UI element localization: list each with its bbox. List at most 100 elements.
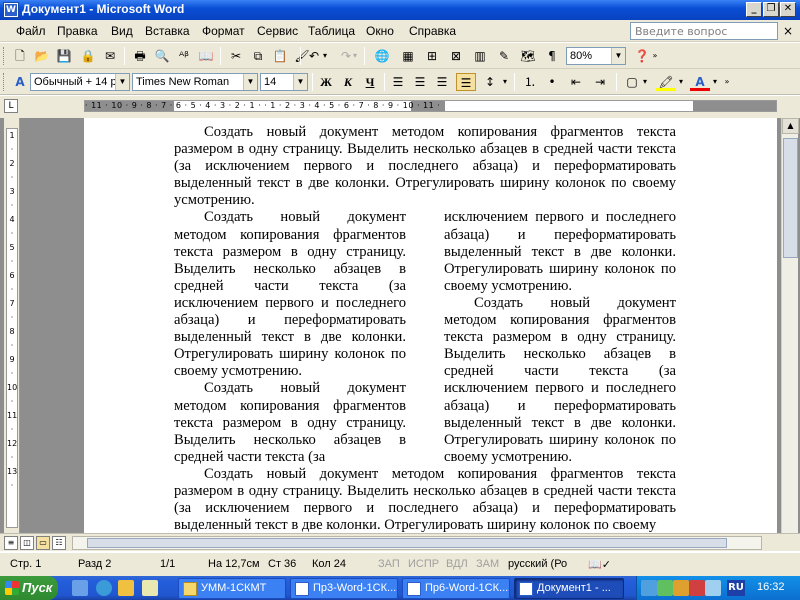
email-icon[interactable]: ✉ xyxy=(100,47,120,65)
document-page[interactable]: Создать новый документ методом копирован… xyxy=(84,118,777,533)
start-button[interactable]: Пуск xyxy=(0,576,58,600)
menu-window[interactable]: Окно xyxy=(366,24,394,38)
horizontal-ruler[interactable]: · 11 · 10 · 9 · 8 · 7 · 6 · 5 · 4 · 3 · … xyxy=(84,100,777,112)
internet-explorer-icon[interactable] xyxy=(96,580,112,596)
horizontal-scroll-thumb[interactable] xyxy=(87,538,727,548)
show-hide-icon[interactable]: ¶ xyxy=(542,47,562,65)
restore-button[interactable]: ❐ xyxy=(763,2,779,17)
task-word-document1[interactable]: Документ1 - ... xyxy=(514,578,624,599)
close-button[interactable]: ✕ xyxy=(780,2,796,17)
styles-formatting-icon[interactable]: A xyxy=(10,73,30,91)
italic-button[interactable]: К xyxy=(338,73,358,91)
normal-view-icon[interactable]: ≡ xyxy=(4,536,18,550)
word-app-icon[interactable]: W xyxy=(3,2,19,18)
tables-borders-icon[interactable]: ▦ xyxy=(398,47,418,65)
scroll-thumb[interactable] xyxy=(783,138,798,258)
spelling-icon[interactable]: ᴬᵝ xyxy=(174,47,194,65)
help-icon[interactable]: ❓ xyxy=(632,47,652,65)
menu-help[interactable]: Справка xyxy=(409,24,456,38)
show-desktop-icon[interactable] xyxy=(72,580,88,596)
toolbar-options-icon[interactable]: » xyxy=(650,47,660,65)
paragraph-bottom[interactable]: Создать новый документ методом копирован… xyxy=(174,466,676,533)
column-left[interactable]: Создать новый документ методом копирован… xyxy=(174,209,406,465)
justify-icon[interactable]: ☰ xyxy=(456,73,476,91)
highlight-icon[interactable]: 🖍 xyxy=(656,73,676,91)
tray-antivirus-icon[interactable] xyxy=(689,580,705,596)
cut-icon[interactable]: ✂ xyxy=(226,47,246,65)
hyperlink-icon[interactable]: 🌐 xyxy=(372,47,392,65)
redo-dropdown-icon[interactable]: ▾ xyxy=(350,47,360,65)
print-preview-icon[interactable]: 🔍 xyxy=(152,47,172,65)
column-right-continuation[interactable]: исключением первого и последнего абзаца)… xyxy=(444,209,676,294)
new-document-icon[interactable]: 🗋 xyxy=(10,47,30,65)
line-spacing-icon[interactable]: ↕ xyxy=(480,73,500,91)
tray-app-icon[interactable] xyxy=(657,580,673,596)
web-view-icon[interactable]: ◫ xyxy=(20,536,34,550)
tray-volume-icon[interactable] xyxy=(705,580,721,596)
decrease-indent-icon[interactable]: ⇤ xyxy=(566,73,586,91)
zoom-combo[interactable]: 80% ▼ xyxy=(566,47,626,65)
quicklaunch-icon[interactable] xyxy=(142,580,158,596)
bullets-icon[interactable]: • xyxy=(542,73,562,91)
menu-tools[interactable]: Сервис xyxy=(257,24,298,38)
toolbar-grip[interactable] xyxy=(3,47,6,65)
mail-icon[interactable] xyxy=(118,580,134,596)
bold-button[interactable]: Ж xyxy=(316,73,336,91)
minimize-button[interactable]: _ xyxy=(746,2,762,17)
chevron-down-icon[interactable]: ▼ xyxy=(293,74,307,90)
increase-indent-icon[interactable]: ⇥ xyxy=(590,73,610,91)
document-text[interactable]: Создать новый документ методом копирован… xyxy=(174,124,676,533)
vertical-ruler[interactable]: 1 · 2 · 3 · 4 · 5 · 6 · 7 · 8 · 9 · 10 ·… xyxy=(4,118,20,533)
copy-icon[interactable]: ⧉ xyxy=(248,47,268,65)
menu-view[interactable]: Вид xyxy=(111,24,133,38)
outline-view-icon[interactable]: ☷ xyxy=(52,536,66,550)
menu-insert[interactable]: Вставка xyxy=(145,24,190,38)
menu-edit[interactable]: Правка xyxy=(57,24,98,38)
font-combo[interactable]: Times New Roman ▼ xyxy=(132,73,258,91)
status-ovr[interactable]: ЗАМ xyxy=(476,558,499,570)
paste-icon[interactable]: 📋 xyxy=(270,47,290,65)
toolbar-grip[interactable] xyxy=(3,73,6,91)
column-right[interactable]: исключением первого и последнего абзаца)… xyxy=(444,209,676,465)
print-layout-icon[interactable]: ▭ xyxy=(36,536,50,550)
clock[interactable]: 16:32 xyxy=(757,581,785,593)
column-right-paragraph-1[interactable]: Создать новый документ методом копирован… xyxy=(444,295,676,466)
font-color-icon[interactable]: A xyxy=(690,73,710,91)
chevron-down-icon[interactable]: ▼ xyxy=(243,74,257,90)
align-left-icon[interactable]: ☰ xyxy=(388,73,408,91)
vertical-scrollbar[interactable]: ▲ xyxy=(781,118,799,533)
save-icon[interactable]: 💾 xyxy=(54,47,74,65)
task-word-pr6[interactable]: Пр6-Word-1СК... xyxy=(402,578,510,599)
align-right-icon[interactable]: ☰ xyxy=(432,73,452,91)
column-left-paragraph-2[interactable]: Создать новый документ методом копирован… xyxy=(174,380,406,465)
research-icon[interactable]: 📖 xyxy=(196,47,216,65)
undo-dropdown-icon[interactable]: ▾ xyxy=(320,47,330,65)
chevron-down-icon[interactable]: ▼ xyxy=(115,74,129,90)
spelling-status-icon[interactable]: 📖✓ xyxy=(588,558,611,571)
numbering-icon[interactable]: ⒈ xyxy=(520,73,540,91)
status-ext[interactable]: ВДЛ xyxy=(446,558,468,570)
menu-file[interactable]: Файл xyxy=(16,24,46,38)
style-combo[interactable]: Обычный + 14 р ▼ xyxy=(30,73,130,91)
task-word-pr3[interactable]: Пр3-Word-1СК... xyxy=(290,578,398,599)
chevron-down-icon[interactable]: ▾ xyxy=(640,73,650,91)
underline-button[interactable]: Ч xyxy=(360,73,380,91)
chevron-down-icon[interactable]: ▾ xyxy=(676,73,686,91)
column-left-paragraph-1[interactable]: Создать новый документ методом копирован… xyxy=(174,209,406,380)
menu-table[interactable]: Таблица xyxy=(308,24,355,38)
document-map-icon[interactable]: 🗺 xyxy=(518,47,538,65)
chevron-down-icon[interactable]: ▾ xyxy=(710,73,720,91)
columns-icon[interactable]: ▥ xyxy=(470,47,490,65)
language-indicator[interactable]: RU xyxy=(727,580,745,596)
insert-table-icon[interactable]: ⊞ xyxy=(422,47,442,65)
print-icon[interactable]: 🖶 xyxy=(130,47,150,65)
open-icon[interactable]: 📂 xyxy=(32,47,52,65)
align-center-icon[interactable]: ☰ xyxy=(410,73,430,91)
tray-security-icon[interactable] xyxy=(673,580,689,596)
drawing-icon[interactable]: ✎ xyxy=(494,47,514,65)
border-icon[interactable]: ▢ xyxy=(622,73,642,91)
status-rec[interactable]: ЗАП xyxy=(378,558,400,570)
horizontal-scroll-track[interactable] xyxy=(72,536,762,550)
scroll-up-icon[interactable]: ▲ xyxy=(782,118,799,134)
font-size-combo[interactable]: 14 ▼ xyxy=(260,73,308,91)
